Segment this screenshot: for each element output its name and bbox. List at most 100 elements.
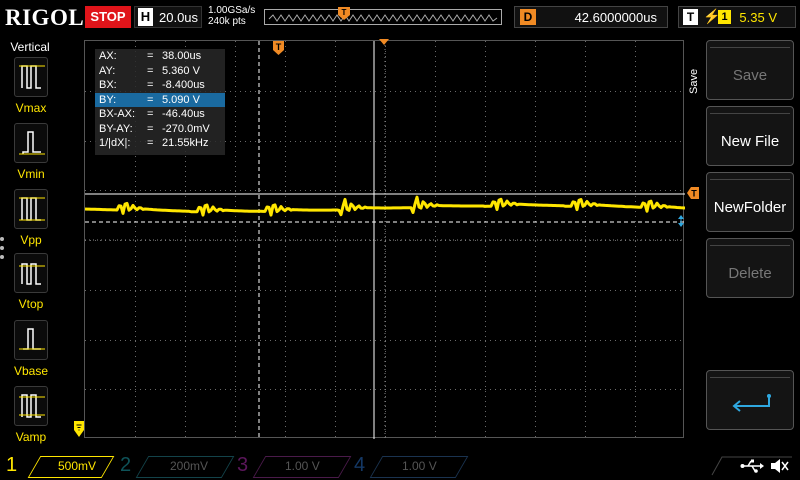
measure-label: Vpp: [20, 233, 42, 247]
delay-readout[interactable]: D 42.6000000us: [514, 6, 668, 28]
trigger-readout[interactable]: T ⚡ 1 5.35 V: [678, 6, 796, 28]
readout-row-by-selected: BY: = 5.090 V: [95, 92, 225, 107]
delay-label: D: [520, 9, 536, 25]
measure-vamp-button[interactable]: Vamp: [10, 386, 52, 444]
readout-key: AX:: [99, 50, 117, 62]
channel-number: 4: [354, 454, 366, 476]
svg-text:T: T: [276, 42, 282, 52]
button-label: Save: [732, 67, 768, 84]
status-tray: [711, 456, 792, 476]
delete-button[interactable]: Delete: [706, 238, 794, 298]
acquisition-info: 1.00GSa/s 240k pts: [208, 5, 255, 27]
readout-row-by-ay: BY-AY: = -270.0mV: [95, 122, 225, 137]
vbase-waveform-icon: [14, 320, 48, 360]
measure-label: Vamp: [15, 430, 47, 444]
trigger-position-marker-icon: T: [338, 7, 350, 20]
channel-scale: 1.00 V: [285, 459, 320, 473]
readout-row-inv-dx: 1/|dX|: = 21.55kHz: [95, 136, 225, 151]
channel-scale: 1.00 V: [402, 459, 437, 473]
new-file-button[interactable]: New File: [706, 106, 794, 166]
horizontal-label: H: [138, 8, 153, 26]
vpp-waveform-icon: [14, 189, 48, 229]
usb-icon: [740, 459, 764, 473]
return-button[interactable]: [706, 370, 794, 430]
trigger-label: T: [683, 9, 698, 25]
readout-row-bx-ax: BX-AX: = -46.40us: [95, 107, 225, 122]
delay-center-marker-icon: [379, 39, 389, 45]
readout-eq: =: [147, 122, 154, 135]
save-button[interactable]: Save: [706, 40, 794, 100]
measure-vmax-button[interactable]: Vmax: [10, 57, 52, 115]
measure-vbase-button[interactable]: Vbase: [10, 320, 52, 378]
channel-4-status[interactable]: 4 1.00 V: [354, 454, 469, 478]
channel-2-status[interactable]: 2 200mV: [120, 454, 235, 478]
readout-row-bx: BX: = -8.400us: [95, 78, 225, 93]
readout-eq: =: [147, 137, 154, 149]
measure-vpp-button[interactable]: Vpp: [10, 189, 52, 247]
readout-value: 5.090 V: [162, 93, 200, 106]
measure-vmin-button[interactable]: Vmin: [10, 123, 52, 181]
cursor-b-adjust-icon[interactable]: [676, 214, 686, 228]
trigger-time-marker-icon: T: [273, 41, 284, 55]
horizontal-timebase[interactable]: H 20.0us: [134, 6, 202, 28]
panel-title: Vertical: [10, 40, 50, 54]
ch1-ground-marker-icon[interactable]: [73, 420, 85, 438]
channel-number: 2: [120, 454, 132, 476]
memory-position-bar[interactable]: T: [264, 7, 502, 25]
trigger-source: 1: [718, 10, 731, 24]
readout-eq: =: [147, 50, 154, 62]
sample-rate: 1.00GSa/s: [208, 5, 256, 16]
svg-text:T: T: [342, 8, 347, 17]
readout-value: 5.360 V: [162, 64, 200, 77]
trigger-level: 5.35 V: [739, 10, 777, 25]
readout-row-ay: AY: = 5.360 V: [95, 64, 225, 79]
channel-3-status[interactable]: 3 1.00 V: [237, 454, 352, 478]
new-folder-button[interactable]: NewFolder: [706, 172, 794, 232]
vamp-waveform-icon: [14, 386, 48, 426]
readout-eq: =: [147, 93, 154, 106]
measure-label: Vbase: [13, 364, 49, 378]
readout-value: 21.55kHz: [162, 137, 209, 149]
button-label: Delete: [728, 265, 772, 282]
vmax-waveform-icon: [14, 57, 48, 97]
channel-status-bar: 1 500mV 2 200mV 3 1.00 V 4 1.00 V: [0, 452, 800, 480]
button-label: NewFolder: [713, 199, 787, 216]
trigger-level-marker-icon[interactable]: T: [686, 186, 700, 200]
measure-vtop-button[interactable]: Vtop: [10, 253, 52, 311]
measure-label: Vmin: [17, 167, 45, 181]
vtop-waveform-icon: [14, 253, 48, 293]
readout-key: BX:: [99, 79, 117, 91]
cursor-readout-panel: AX: = 38.00us AY: = 5.360 V BX: = -8.400…: [95, 49, 225, 155]
measure-label: Vmax: [15, 101, 47, 115]
delay-value: 42.6000000us: [574, 10, 657, 25]
memory-depth: 240k pts: [208, 16, 246, 27]
readout-key: AY:: [99, 64, 116, 77]
readout-value: -46.40us: [162, 108, 205, 120]
rigol-logo: RIGOL: [5, 5, 85, 30]
timebase-value: 20.0us: [159, 10, 199, 25]
menu-title: Save: [688, 60, 702, 100]
channel-scale: 200mV: [170, 459, 209, 473]
enter-return-icon: [732, 394, 771, 412]
vmin-waveform-icon: [14, 123, 48, 163]
readout-value: 38.00us: [162, 50, 202, 62]
readout-eq: =: [147, 64, 154, 77]
readout-key: 1/|dX|:: [99, 137, 131, 149]
readout-eq: =: [147, 79, 154, 91]
readout-key: BX-AX:: [99, 108, 136, 120]
readout-key: BY-AY:: [99, 122, 133, 135]
channel-number: 3: [237, 454, 249, 476]
memory-waveform-preview: [268, 14, 498, 22]
button-label: New File: [720, 133, 780, 150]
channel-scale: 500mV: [58, 459, 97, 473]
readout-value: -8.400us: [162, 79, 205, 91]
page-dots-icon: [0, 237, 6, 264]
readout-value: -270.0mV: [162, 122, 210, 135]
measure-label: Vtop: [18, 297, 44, 311]
menu-title-text: Save: [688, 68, 700, 94]
channel-number: 1: [6, 454, 18, 476]
speaker-muted-icon: [771, 459, 789, 473]
svg-text:T: T: [691, 189, 697, 199]
channel-1-status[interactable]: 1 500mV: [6, 454, 115, 478]
run-stop-indicator[interactable]: STOP: [85, 6, 131, 28]
